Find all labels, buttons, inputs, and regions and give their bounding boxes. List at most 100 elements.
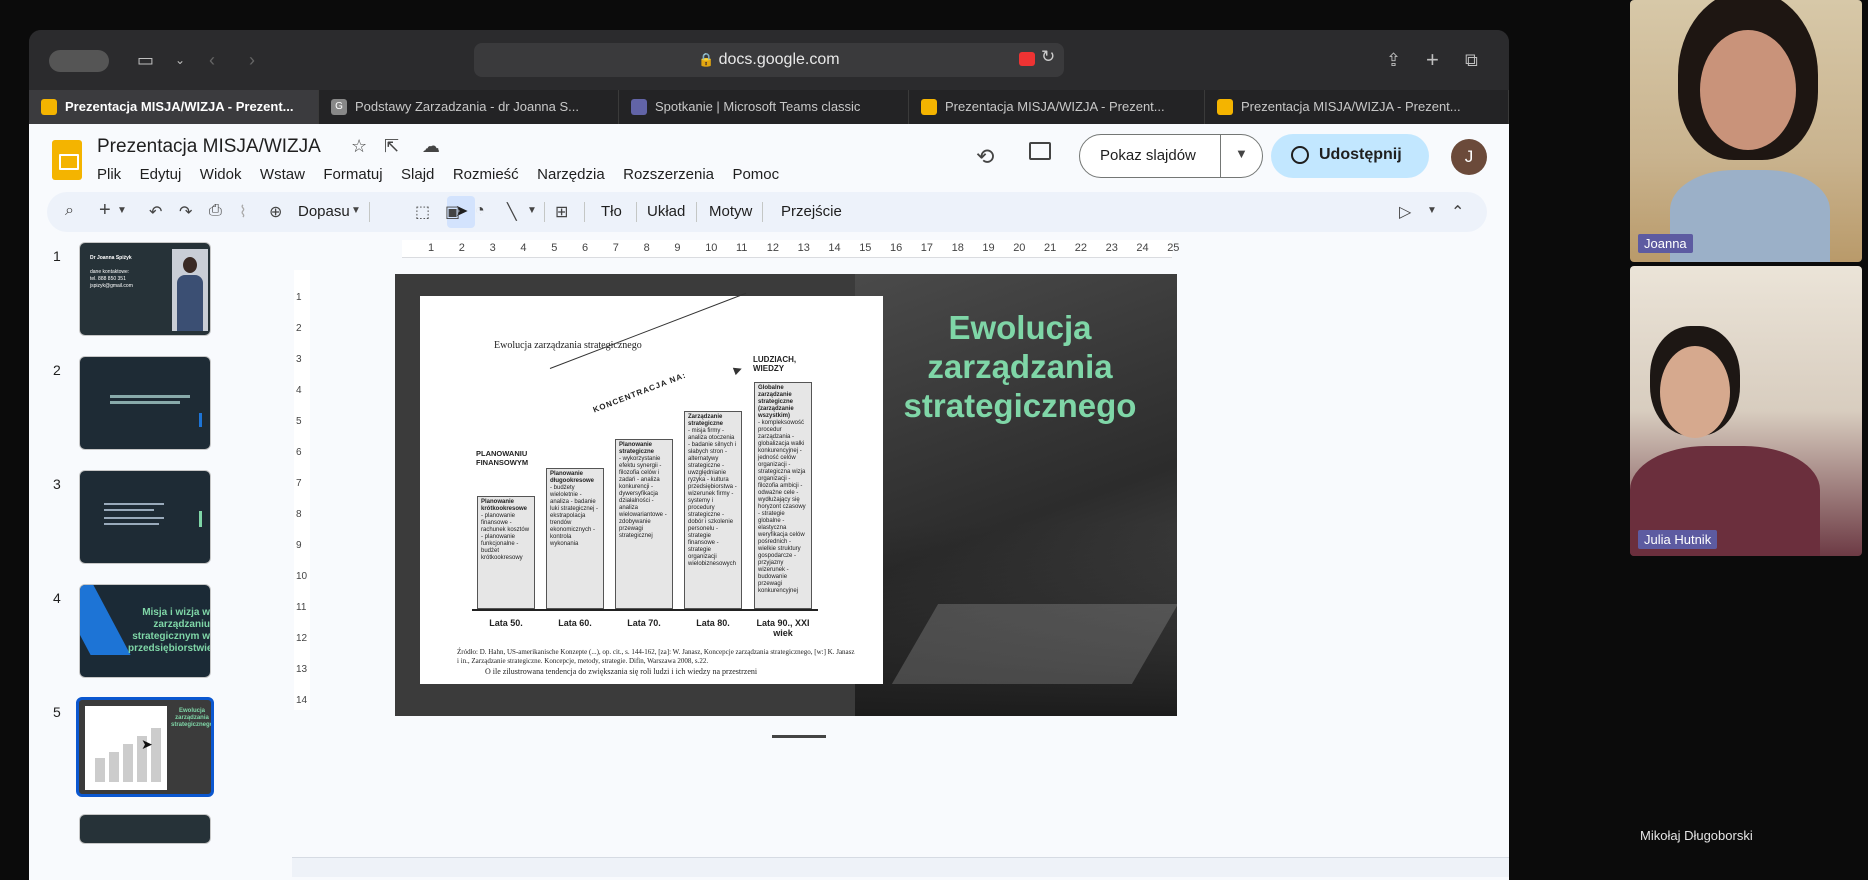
browser-tab[interactable]: Prezentacja MISJA/WIZJA - Prezent... [29,90,319,124]
share-page-icon[interactable]: ⇪ [1386,48,1401,72]
caret-down-icon[interactable]: ▼ [117,205,127,216]
ruler-tick-label: 12 [296,633,308,644]
ruler-tick-label: 5 [296,416,302,427]
menu-arrange[interactable]: Rozmieść [453,166,519,183]
transition-button[interactable]: Przejście [781,203,842,220]
star-icon[interactable]: ☆ [351,136,367,157]
participant-name: Joanna [1638,234,1693,253]
tab-overview-icon[interactable]: ⧉ [1465,48,1478,72]
stage-items: - kompleksowość procedur zarządzania - g… [758,420,806,594]
ruler-tick-label: 12 [766,242,780,254]
sidebar-toggle-icon[interactable]: ▭ [137,48,154,72]
back-icon[interactable]: ‹ [209,48,215,72]
menu-format[interactable]: Formatuj [323,166,382,183]
browser-tab[interactable]: G Podstawy Zarzadzania - dr Joanna S... [319,90,619,124]
collapse-icon[interactable]: ⌃ [1451,202,1464,222]
menu-extensions[interactable]: Rozszerzenia [623,166,714,183]
background-button[interactable]: Tło [601,203,622,220]
line-icon[interactable]: ╲ [507,202,517,222]
slide-number: 1 [53,248,61,264]
slide-5[interactable]: Ewolucja zarządzania strategicznego Ewol… [395,274,1177,716]
ruler-tick-label: 20 [1013,242,1026,254]
share-button[interactable]: Udostępnij [1271,134,1429,178]
slide-thumbnail-5[interactable]: Ewolucja zarządzania strategicznego ➤ [76,697,214,797]
chevron-down-icon[interactable]: ⌄ [175,48,185,72]
slide-thumbnail-3[interactable] [79,470,211,564]
stage-items: - wykorzystanie efektu synergii - filozo… [619,456,667,539]
shape-icon[interactable]: ◔ [475,202,485,220]
menu-slide[interactable]: Slajd [401,166,434,183]
horizontal-ruler[interactable]: 1 2 3 4 5 6 7 8 9 10 11 12 13 14 15 16 17 18 19 20 21 22 23 24 2… [402,240,1179,258]
ruler-tick-label: 14 [828,242,841,254]
ruler-tick-label: 8 [643,242,650,254]
slide-thumbnail-2[interactable] [79,356,211,450]
ruler-tick-label: 10 [705,242,718,254]
lock-icon: 🔒 [698,52,715,67]
caret-down-icon[interactable]: ▼ [527,205,537,216]
caret-down-icon[interactable]: ▼ [351,205,361,216]
menu-file[interactable]: Plik [97,166,121,183]
participant-video: Joanna [1630,0,1862,262]
speaker-notes[interactable] [292,857,1509,877]
tab-bar: Prezentacja MISJA/WIZJA - Prezent... G Po… [29,90,1509,124]
menu-tools[interactable]: Narzędzia [537,166,605,183]
slide-thumbnail-6[interactable] [79,814,211,844]
menu-edit[interactable]: Edytuj [140,166,182,183]
history-icon[interactable]: ⟲ [976,144,994,170]
comment-icon[interactable] [1029,142,1051,160]
caret-down-icon[interactable]: ▼ [1235,146,1248,161]
zoom-icon[interactable]: ⊕ [269,202,282,222]
slides-logo[interactable] [52,140,82,180]
avatar[interactable]: J [1451,139,1487,175]
slide-thumbnail-1[interactable]: Dr Joanna Spiżyk dane kontaktowe: tel. 8… [79,242,211,336]
new-tab-icon[interactable]: + [1426,48,1439,72]
slide-canvas: 1 2 3 4 5 6 7 8 9 10 11 12 13 14 15 16 17 18 19 20 21 22 23 24 2… [292,232,1509,880]
share-label: Udostępnij [1319,146,1402,163]
cloud-icon[interactable]: ☁ [422,136,440,157]
browser-window: ▭ ⌄ ‹ › 🔒 docs.google.com ↻ ⇪ + ⧉ Prezent… [29,30,1509,880]
window-controls[interactable] [49,50,109,72]
caret-down-icon[interactable]: ▼ [1427,205,1437,216]
layout-button[interactable]: Układ [647,203,685,220]
print-icon[interactable]: ⎙ [209,202,222,220]
ruler-tick-label: 11 [736,242,748,254]
pen-icon[interactable]: ▷ [1399,202,1411,222]
reload-icon[interactable]: ↻ [1041,47,1055,67]
menu-help[interactable]: Pomoc [732,166,779,183]
address-bar[interactable]: 🔒 docs.google.com [474,43,1064,77]
browser-tab[interactable]: Prezentacja MISJA/WIZJA - Prezent... [1205,90,1509,124]
vertical-ruler[interactable]: 1 2 3 4 5 6 7 8 9 10 11 12 13 14 [294,270,310,710]
document-title[interactable]: Prezentacja MISJA/WIZJA [97,136,321,158]
slide-title[interactable]: Ewolucja zarządzania strategicznego [895,308,1145,425]
menu-view[interactable]: Widok [200,166,242,183]
browser-tab[interactable]: Prezentacja MISJA/WIZJA - Prezent... [909,90,1205,124]
slides-icon [1217,99,1233,115]
add-icon[interactable]: + [99,199,111,222]
browser-tab[interactable]: Spotkanie | Microsoft Teams classic [619,90,909,124]
ruler-tick-label: 23 [1105,242,1118,254]
menu-insert[interactable]: Wstaw [260,166,305,183]
slide-thumbnail-4[interactable]: Misja i wizja w zarządzaniu strategiczny… [79,584,211,678]
image-icon[interactable]: ▣ [445,202,460,222]
paint-format-icon[interactable]: ⌇ [239,202,247,222]
ruler-tick-label: 7 [296,478,302,489]
theme-button[interactable]: Motyw [709,203,752,220]
frame-select-icon[interactable]: ⬚ [415,202,430,222]
move-icon[interactable]: ⇱ [384,136,399,157]
slideshow-button[interactable]: Pokaz slajdów ▼ [1079,134,1263,178]
notes-resize-handle[interactable] [772,735,826,738]
stage-column: Planowanie długookresowe - budżety wielo… [546,468,604,609]
divider [1220,135,1221,177]
baseline [472,609,818,611]
search-icon[interactable]: ⌕ [65,202,74,220]
thumb-title: Misja i wizja w zarządzaniu strategiczny… [128,607,211,654]
title-bar: ▭ ⌄ ‹ › 🔒 docs.google.com ↻ ⇪ + ⧉ [29,30,1509,90]
participant-name: Julia Hutnik [1638,530,1718,549]
undo-icon[interactable]: ↶ [149,202,162,222]
tab-label: Prezentacja MISJA/WIZJA - Prezent... [945,99,1165,114]
scanned-figure[interactable]: Ewolucja zarządzania strategicznego LUDZ… [420,292,883,684]
zoom-select[interactable]: Dopasu [298,203,350,220]
redo-icon[interactable]: ↷ [179,202,192,222]
insert-box-icon[interactable]: ⊞ [555,202,568,222]
forward-icon[interactable]: › [249,48,255,72]
